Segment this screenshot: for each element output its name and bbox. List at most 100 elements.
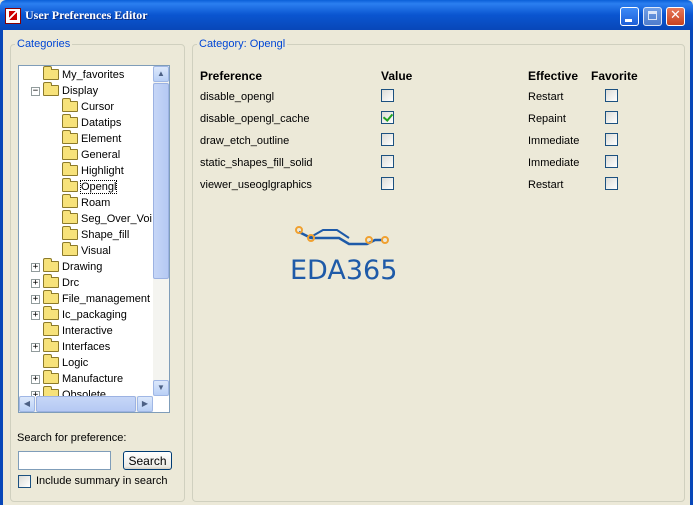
- minimize-button[interactable]: [620, 7, 639, 26]
- favorite-checkbox[interactable]: [605, 111, 618, 124]
- search-button[interactable]: Search: [123, 451, 172, 470]
- tree-item[interactable]: Logic: [43, 353, 89, 371]
- tree-item[interactable]: Highlight: [62, 161, 124, 179]
- tree-item[interactable]: + Interfaces: [31, 337, 111, 355]
- tree-item[interactable]: Seg_Over_Voi: [62, 209, 152, 227]
- tree-item[interactable]: My_favorites: [43, 66, 125, 83]
- tree-item[interactable]: + Drawing: [31, 257, 102, 275]
- tree-item-label: My_favorites: [62, 69, 125, 81]
- favorite-checkbox[interactable]: [605, 155, 618, 168]
- window-title: User Preferences Editor: [25, 8, 148, 22]
- tree-item-label: Interfaces: [62, 341, 111, 353]
- categories-legend: Categories: [17, 38, 71, 50]
- logo-dot: [295, 226, 303, 234]
- tree-item[interactable]: + Manufacture: [31, 369, 124, 387]
- header-favorite: Favorite: [591, 69, 638, 83]
- category-tree[interactable]: My_favorites − Display Cursor Datatips Elemen…: [18, 65, 170, 413]
- scroll-down-button[interactable]: ▼: [153, 380, 169, 396]
- tree-item[interactable]: Datatips: [62, 113, 122, 131]
- tree-item-label: Logic: [62, 357, 89, 369]
- tree-item-label: File_management: [62, 293, 151, 305]
- include-summary-label: Include summary in search: [36, 475, 168, 487]
- folder-icon: [62, 209, 78, 224]
- folder-icon: [43, 66, 59, 80]
- logo-dot: [381, 236, 389, 244]
- tree-item-label: Manufacture: [62, 373, 124, 385]
- category-legend: Category: Opengl: [199, 38, 286, 50]
- tree-item[interactable]: Interactive: [43, 321, 113, 339]
- favorite-checkbox[interactable]: [605, 89, 618, 102]
- expand-icon[interactable]: +: [31, 263, 40, 272]
- preferences-group: Category: Opengl: [192, 38, 685, 502]
- value-checkbox[interactable]: [381, 177, 394, 190]
- horizontal-scroll-thumb[interactable]: [36, 396, 136, 412]
- tree-item[interactable]: + File_management: [31, 289, 151, 307]
- effective-label: Immediate: [528, 157, 580, 169]
- include-summary-option[interactable]: Include summary in search: [18, 475, 167, 489]
- tree-item-label: Element: [81, 133, 122, 145]
- tree-item-label: Ic_packaging: [62, 309, 127, 321]
- scroll-left-button[interactable]: ◀: [19, 396, 35, 412]
- preference-name: viewer_useoglgraphics: [200, 179, 312, 191]
- effective-label: Restart: [528, 179, 564, 191]
- folder-icon: [62, 97, 78, 112]
- tree-item-label: Roam: [81, 197, 111, 209]
- tree-item-label: Display: [62, 85, 99, 97]
- expand-icon[interactable]: +: [31, 343, 40, 352]
- tree-item-label: Cursor: [81, 101, 115, 113]
- tree-horizontal-scrollbar[interactable]: ◀ ▶: [19, 396, 153, 412]
- preference-name: static_shapes_fill_solid: [200, 157, 313, 169]
- tree-item-label: General: [81, 149, 121, 161]
- tree-item[interactable]: General: [62, 145, 121, 163]
- favorite-checkbox[interactable]: [605, 133, 618, 146]
- title-bar[interactable]: User Preferences Editor ✕: [0, 0, 693, 30]
- tree-item[interactable]: Visual: [62, 241, 111, 259]
- tree-item-label: Datatips: [81, 117, 122, 129]
- value-checkbox[interactable]: [381, 155, 394, 168]
- logo-dot: [365, 236, 373, 244]
- effective-label: Restart: [528, 91, 564, 103]
- preference-name: disable_opengl_cache: [200, 113, 310, 125]
- favorite-checkbox[interactable]: [605, 177, 618, 190]
- folder-icon: [43, 273, 59, 288]
- folder-icon: [62, 241, 78, 256]
- app-icon[interactable]: [5, 8, 21, 24]
- value-checkbox[interactable]: [381, 111, 394, 124]
- include-summary-checkbox[interactable]: [18, 475, 31, 488]
- maximize-button[interactable]: [643, 7, 662, 26]
- tree-item[interactable]: Roam: [62, 193, 111, 211]
- tree-item[interactable]: − Display: [31, 81, 99, 99]
- tree-vertical-scrollbar[interactable]: ▲ ▼: [153, 66, 169, 396]
- tree-item[interactable]: Opengl: [62, 177, 118, 195]
- scroll-up-button[interactable]: ▲: [153, 66, 169, 82]
- folder-icon: [62, 145, 78, 160]
- header-effective: Effective: [528, 69, 579, 83]
- expand-icon[interactable]: +: [31, 295, 40, 304]
- tree-item[interactable]: + Ic_packaging: [31, 305, 127, 323]
- tree-item[interactable]: + Drc: [31, 273, 79, 291]
- scroll-right-button[interactable]: ▶: [137, 396, 153, 412]
- value-checkbox[interactable]: [381, 133, 394, 146]
- preference-name: draw_etch_outline: [200, 135, 290, 147]
- expand-icon[interactable]: +: [31, 375, 40, 384]
- folder-icon: [62, 193, 78, 208]
- search-input[interactable]: [18, 451, 111, 470]
- expand-icon[interactable]: +: [31, 311, 40, 320]
- scroll-thumb[interactable]: [153, 83, 169, 279]
- tree-item-label: Opengl: [79, 180, 118, 194]
- folder-icon: [43, 353, 59, 368]
- value-checkbox[interactable]: [381, 89, 394, 102]
- tree-item[interactable]: Cursor: [62, 97, 115, 115]
- tree-item-label: Visual: [81, 245, 111, 257]
- close-button[interactable]: ✕: [666, 7, 685, 26]
- folder-icon: [43, 289, 59, 304]
- folder-icon: [62, 113, 78, 128]
- tree-item-label: Shape_fill: [81, 229, 130, 241]
- header-value: Value: [381, 69, 413, 83]
- expand-icon[interactable]: +: [31, 279, 40, 288]
- tree-item-label: Interactive: [62, 325, 113, 337]
- collapse-icon[interactable]: −: [31, 87, 40, 96]
- folder-icon: [62, 161, 78, 176]
- tree-item[interactable]: Shape_fill: [62, 225, 130, 243]
- tree-item[interactable]: Element: [62, 129, 122, 147]
